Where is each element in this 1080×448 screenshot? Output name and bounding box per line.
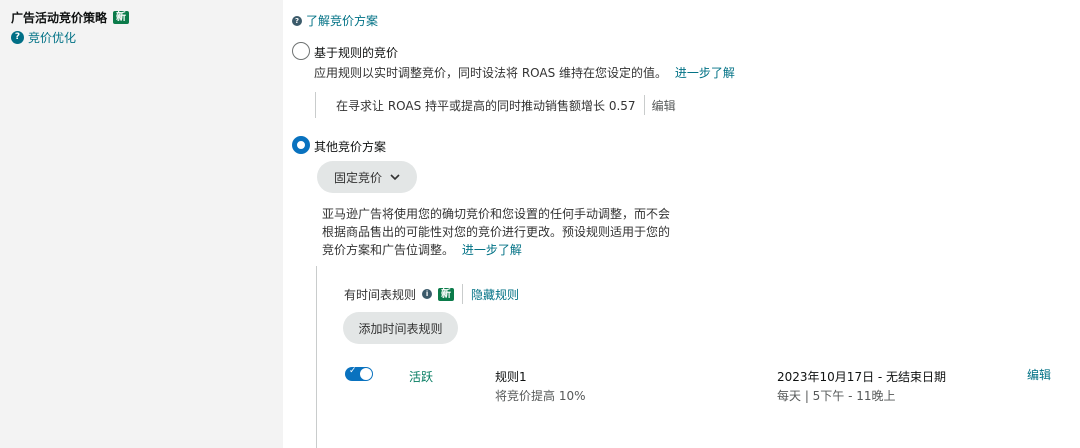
main-panel: ? 了解竞价方案 基于规则的竞价 应用规则以实时调整竞价，同时设法将 ROAS … xyxy=(292,0,1072,448)
bidding-strategy-page: 广告活动竞价策略 新 ? 竞价优化 ? 了解竞价方案 基于规则的竞价 应用规则以… xyxy=(0,0,1080,448)
learn-bidding-link[interactable]: ? 了解竞价方案 xyxy=(292,12,378,29)
divider xyxy=(643,95,645,115)
rule-edit-link[interactable]: 编辑 xyxy=(652,97,676,114)
help-icon: ? xyxy=(292,15,302,26)
rule-based-label: 基于规则的竞价 xyxy=(314,46,399,60)
schedule-rules-section: 有时间表规则 i 新 隐藏规则 添加时间表规则 ✓ 活跃 规则1 将竞价提高 1… xyxy=(316,266,1072,448)
bid-optimization-link[interactable]: ? 竞价优化 xyxy=(11,29,76,46)
bid-optimization-link-text: 竞价优化 xyxy=(28,31,77,45)
rule-based-learn-more[interactable]: 进一步了解 xyxy=(675,66,735,80)
section-title-text: 广告活动竞价策略 xyxy=(11,11,108,25)
section-title: 广告活动竞价策略 新 xyxy=(11,9,130,26)
check-icon: ✓ xyxy=(349,366,357,376)
desc-line-last: 竞价方案和广告位调整。 进一步了解 xyxy=(322,241,762,259)
add-schedule-rule-button[interactable]: 添加时间表规则 xyxy=(343,312,458,344)
rule-summary-text: 在寻求让 ROAS 持平或提高的同时推动销售额增长 0.57 xyxy=(336,98,636,113)
rule-time: 每天 | 5下午 - 11晚上 xyxy=(777,389,896,403)
new-badge: 新 xyxy=(438,287,455,301)
fixed-bid-description: 亚马逊广告将使用您的确切竞价和您设置的任何手动调整，而不会 根据商品售出的可能性… xyxy=(322,205,762,259)
rule-date-range: 2023年10月17日 - 无结束日期 xyxy=(777,370,947,384)
toggle-knob xyxy=(360,368,372,380)
help-icon: ? xyxy=(11,31,24,44)
schedule-header: 有时间表规则 i 新 隐藏规则 xyxy=(344,284,519,304)
rule-status: 活跃 xyxy=(409,370,434,384)
rule-edit-link[interactable]: 编辑 xyxy=(1027,366,1051,383)
radio-other-bidding[interactable] xyxy=(292,136,310,154)
desc-line: 亚马逊广告将使用您的确切竞价和您设置的任何手动调整，而不会 xyxy=(322,207,671,221)
learn-bidding-link-text: 了解竞价方案 xyxy=(306,14,379,28)
desc-line: 根据商品售出的可能性对您的竞价进行更改。预设规则适用于您的 xyxy=(322,225,671,239)
rule-toggle[interactable]: ✓ xyxy=(345,366,373,381)
rule-summary: 在寻求让 ROAS 持平或提高的同时推动销售额增长 0.57 编辑 xyxy=(315,92,676,118)
bidding-type-dropdown[interactable]: 固定竞价 xyxy=(317,161,417,193)
rule-detail: 将竞价提高 10% xyxy=(495,389,586,403)
new-badge: 新 xyxy=(113,11,130,24)
hide-rules-link[interactable]: 隐藏规则 xyxy=(471,286,519,303)
info-icon[interactable]: i xyxy=(422,289,433,299)
fixed-bid-learn-more[interactable]: 进一步了解 xyxy=(462,243,522,257)
rule-based-desc-text: 应用规则以实时调整竞价，同时设法将 ROAS 维持在您设定的值。 xyxy=(314,66,668,80)
rule-based-desc: 应用规则以实时调整竞价，同时设法将 ROAS 维持在您设定的值。 进一步了解 xyxy=(314,64,735,81)
radio-rule-based[interactable] xyxy=(292,42,310,60)
left-panel: 广告活动竞价策略 新 ? 竞价优化 xyxy=(0,0,283,448)
divider xyxy=(462,284,464,304)
rule-name: 规则1 xyxy=(495,370,527,384)
bidding-type-value: 固定竞价 xyxy=(333,170,382,185)
other-bidding-label: 其他竞价方案 xyxy=(314,140,387,154)
schedule-title: 有时间表规则 xyxy=(344,287,417,302)
desc-line-text: 竞价方案和广告位调整。 xyxy=(322,243,455,257)
chevron-down-icon xyxy=(390,173,400,180)
